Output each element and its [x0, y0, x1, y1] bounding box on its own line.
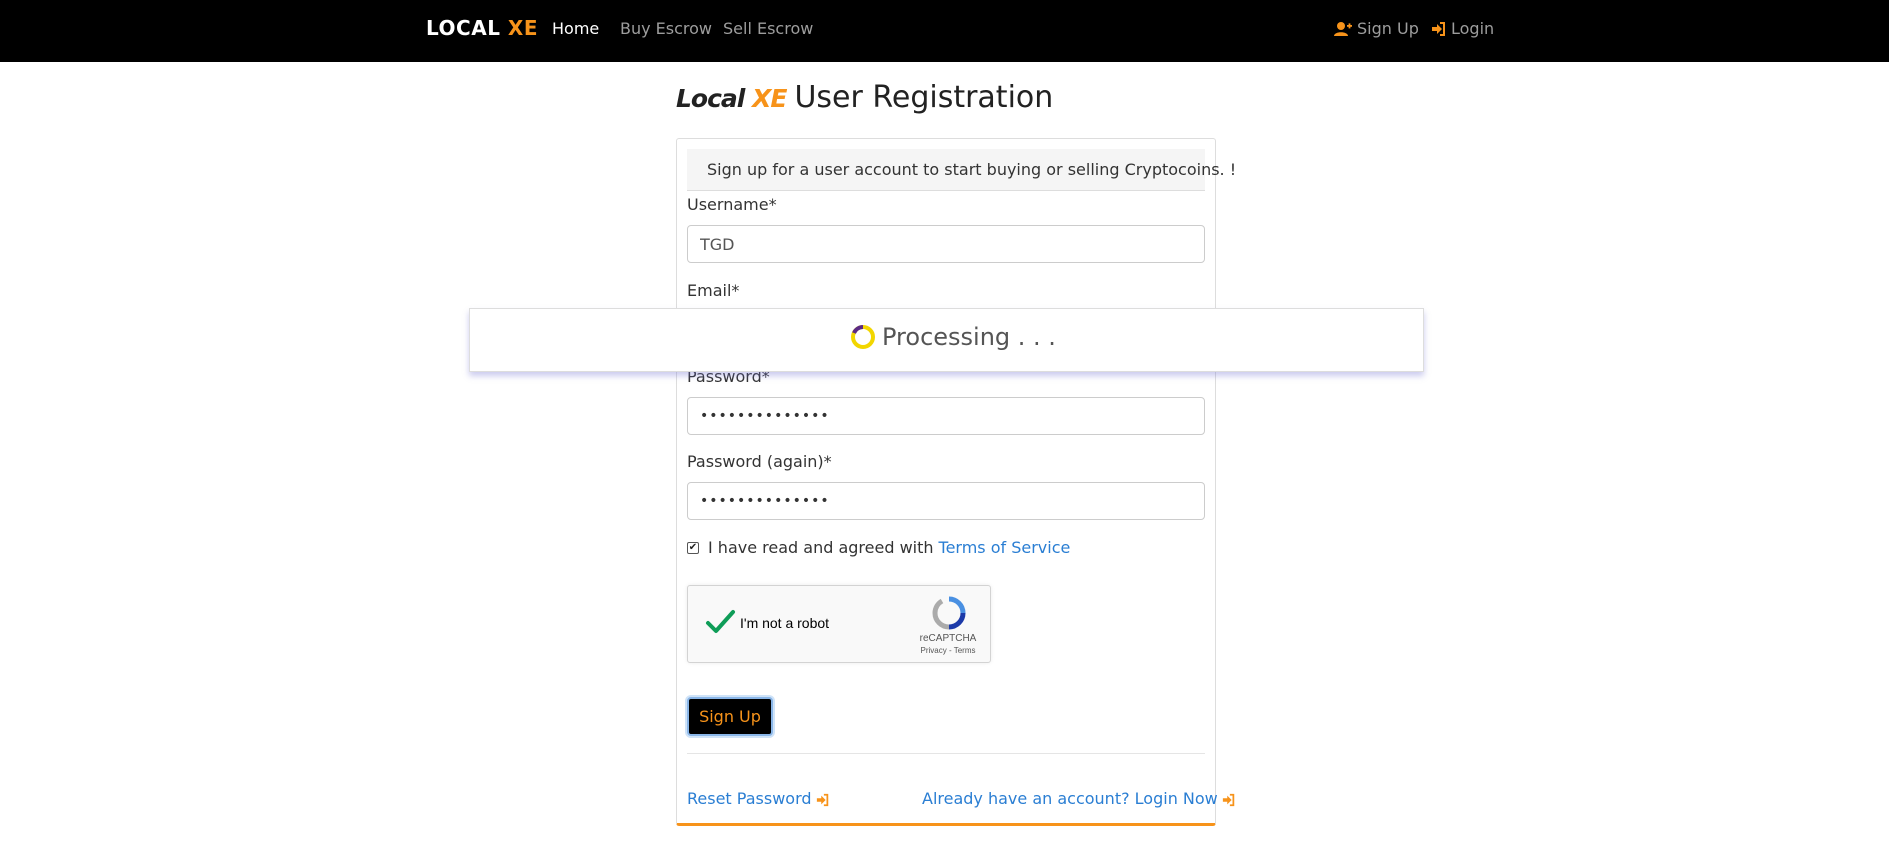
- password-input[interactable]: [687, 397, 1205, 435]
- page-title: Local XE User Registration: [676, 80, 1053, 115]
- email-label: Email*: [687, 281, 740, 300]
- signup-button[interactable]: Sign Up: [687, 697, 773, 736]
- spinner-icon: [850, 324, 876, 350]
- reset-password-label: Reset Password: [687, 789, 812, 808]
- recaptcha-logo-icon: [932, 596, 966, 630]
- nav-home[interactable]: Home: [552, 19, 599, 38]
- sign-in-icon: [1222, 792, 1236, 806]
- registration-panel: Sign up for a user account to start buyi…: [676, 138, 1236, 826]
- terms-row: ✔ I have read and agreed with Terms of S…: [687, 538, 1070, 557]
- nav-sell-escrow[interactable]: Sell Escrow: [723, 19, 813, 38]
- recaptcha-privacy-terms[interactable]: Privacy - Terms: [908, 646, 988, 655]
- user-plus-icon: [1334, 21, 1352, 37]
- brand-logo[interactable]: LOCAL XE: [426, 16, 538, 40]
- login-now-link[interactable]: Already have an account? Login Now: [922, 789, 1236, 808]
- processing-text: Processing . . .: [882, 323, 1056, 351]
- brand-main: LOCAL: [426, 16, 508, 40]
- top-navbar: LOCAL XE Home Buy Escrow Sell Escrow Sig…: [0, 0, 1889, 62]
- sign-in-icon: [816, 792, 830, 806]
- nav-signup[interactable]: Sign Up: [1334, 19, 1419, 38]
- panel-intro: Sign up for a user account to start buyi…: [687, 149, 1236, 191]
- nav-login-label: Login: [1451, 19, 1495, 38]
- terms-checkbox[interactable]: ✔: [687, 541, 699, 554]
- logo-accent: XE: [752, 84, 787, 113]
- page-title-text: User Registration: [794, 80, 1054, 115]
- terms-of-service-link[interactable]: Terms of Service: [939, 538, 1071, 557]
- recaptcha-label: I'm not a robot: [740, 615, 830, 631]
- nav-login[interactable]: Login: [1432, 19, 1494, 38]
- login-now-label: Already have an account? Login Now: [922, 789, 1218, 808]
- recaptcha-brand: reCAPTCHA: [919, 633, 977, 644]
- reset-password-link[interactable]: Reset Password: [687, 789, 830, 808]
- recaptcha-widget: I'm not a robot reCAPTCHA Privacy - Term…: [687, 585, 991, 663]
- processing-overlay: Processing . . .: [469, 308, 1424, 372]
- nav-signup-label: Sign Up: [1357, 19, 1419, 38]
- password-again-input[interactable]: [687, 482, 1205, 520]
- localxe-logo: Local XE: [676, 84, 787, 113]
- username-input[interactable]: [687, 225, 1205, 263]
- brand-accent: XE: [507, 16, 538, 40]
- terms-text: I have read and agreed with: [708, 538, 934, 557]
- processing-indicator: Processing . . .: [850, 323, 1056, 351]
- logo-main: Local: [676, 84, 745, 113]
- nav-buy-escrow[interactable]: Buy Escrow: [620, 19, 712, 38]
- username-label: Username*: [687, 195, 777, 214]
- recaptcha-checkmark-icon[interactable]: [704, 606, 736, 638]
- sign-in-icon: [1432, 21, 1446, 37]
- divider: [687, 753, 1205, 754]
- password-again-label: Password (again)*: [687, 452, 832, 471]
